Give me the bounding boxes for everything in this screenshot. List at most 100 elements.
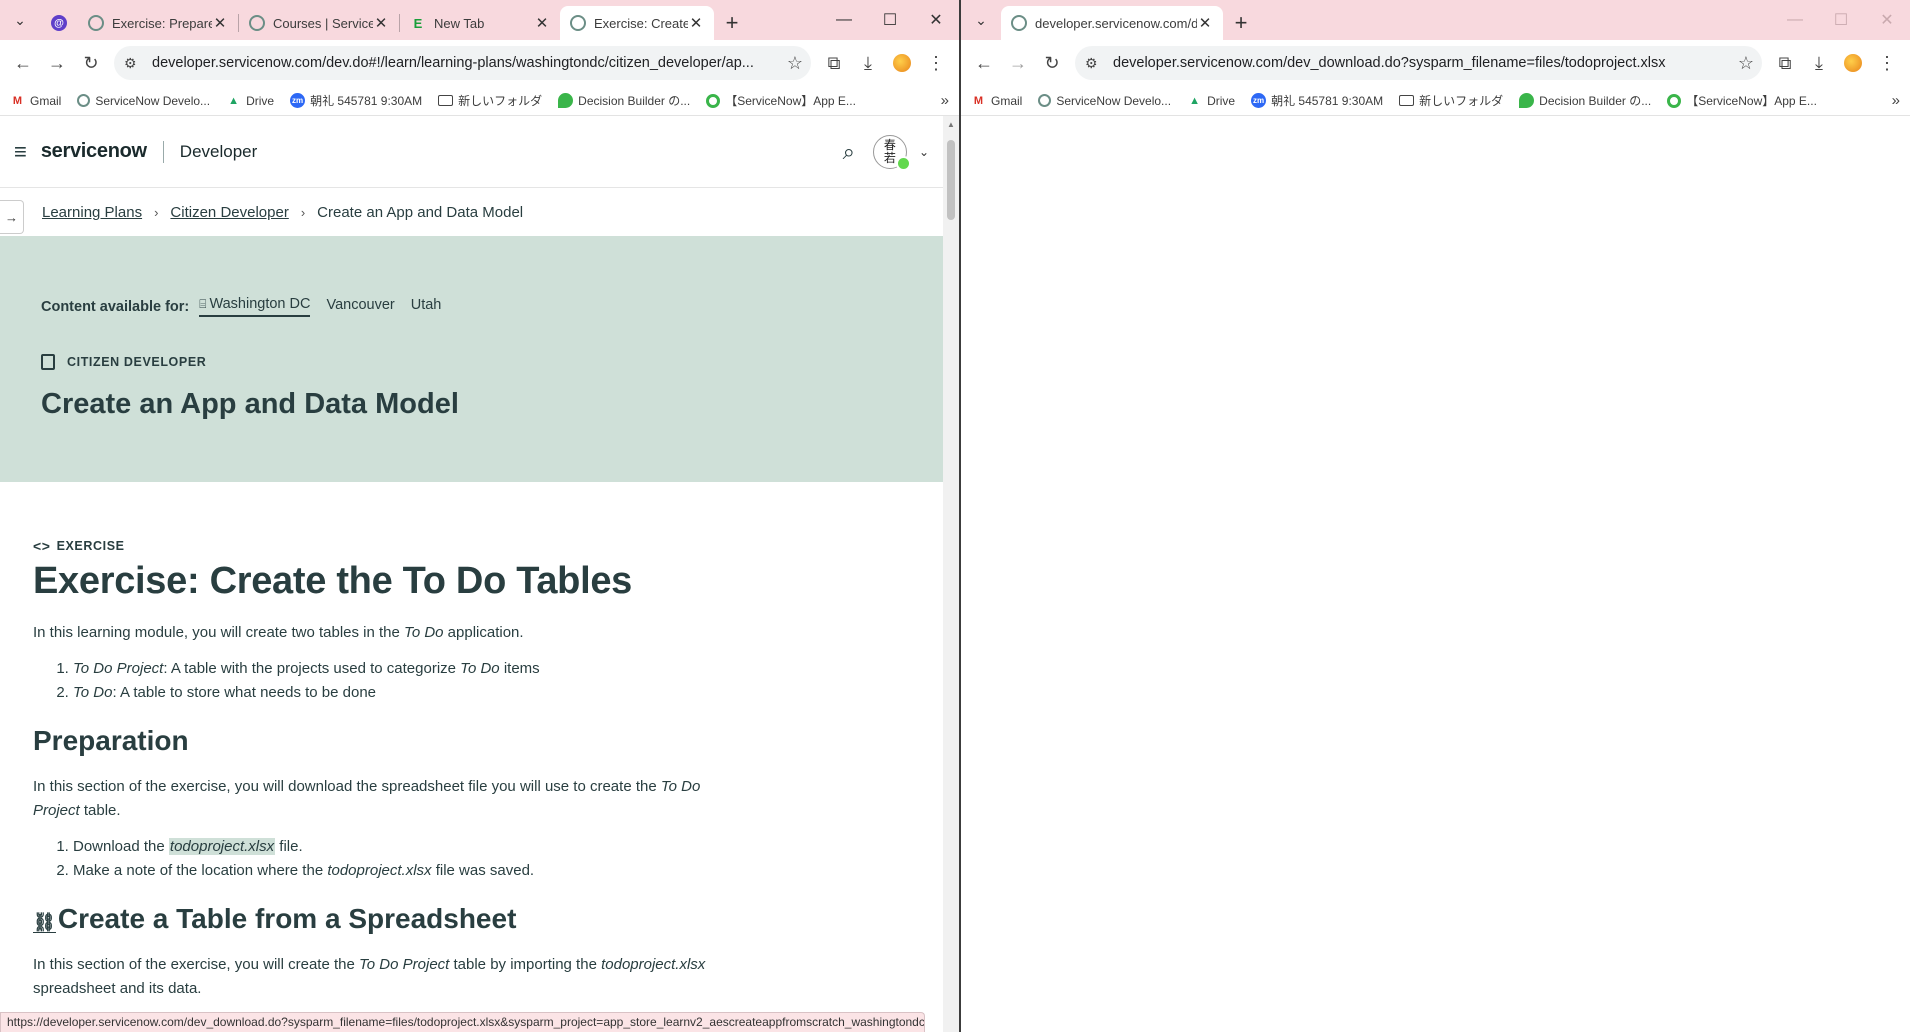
maximize-button[interactable]: ☐ [1818,0,1864,40]
breadcrumb-learning-plans[interactable]: Learning Plans [42,204,142,221]
address-bar[interactable]: ⚙ developer.servicenow.com/dev_download.… [1075,46,1762,80]
close-icon[interactable]: ✕ [212,14,228,32]
tab-title: developer.servicenow.com/dev [1035,15,1197,31]
bookmark-folder[interactable]: 新しいフォルダ [438,92,542,109]
bookmark-decision-builder[interactable]: Decision Builder の... [1519,92,1651,109]
more-bookmarks-icon[interactable]: » [1892,92,1900,109]
page-content: ≡ servicenow Developer ⌕ 春 若 ⌄ → Learnin… [0,116,943,1032]
reload-button[interactable]: ↻ [1035,46,1069,80]
category-label: CITIZEN DEVELOPER [41,354,206,370]
bookmark-app-engine[interactable]: 【ServiceNow】App E... [706,92,856,109]
left-browser-window: ⌄ @ Exercise: Prepare ✕ Courses | Servic… [0,0,959,1032]
extensions-icon[interactable]: ⧉ [1768,46,1802,80]
download-icon[interactable]: ⤓ [851,46,885,80]
address-bar[interactable]: ⚙ developer.servicenow.com/dev.do#!/lear… [114,46,811,80]
list-item: To Do: A table to store what needs to be… [73,681,910,705]
minimize-button[interactable]: — [1772,0,1818,40]
bookmark-gmail[interactable]: M Gmail [971,93,1022,108]
drive-icon: ▲ [228,94,239,107]
folder-icon [438,95,454,106]
bookmark-servicenow[interactable]: ServiceNow Develo... [1038,94,1171,108]
bookmark-servicenow[interactable]: ServiceNow Develo... [77,94,210,108]
more-bookmarks-icon[interactable]: » [941,92,949,109]
avatar[interactable]: 春 若 [872,134,911,171]
site-info-icon[interactable]: ⚙ [124,55,146,72]
scrollbar-thumb[interactable] [947,140,955,220]
bookmark-star-icon[interactable]: ☆ [787,53,803,74]
close-icon[interactable]: ✕ [1197,14,1213,32]
tab-2[interactable]: Courses | Service ✕ [239,6,399,40]
tab-search-button[interactable]: ⌄ [961,0,1001,40]
url-text: developer.servicenow.com/dev_download.do… [1113,55,1666,71]
bookmark-decision-builder[interactable]: Decision Builder の... [558,92,690,109]
pinned-tab[interactable]: @ [40,6,78,40]
forward-button[interactable]: → [40,46,74,80]
extensions-icon[interactable]: ⧉ [817,46,851,80]
developer-label[interactable]: Developer [180,142,258,162]
reload-button[interactable]: ↻ [74,46,108,80]
tab-download[interactable]: developer.servicenow.com/dev ✕ [1001,6,1223,40]
menu-icon[interactable]: ⋮ [1870,46,1904,80]
forward-button[interactable]: → [1001,46,1035,80]
servicenow-logo[interactable]: servicenow [41,140,147,163]
tab-search-button[interactable]: ⌄ [0,0,40,40]
minimize-button[interactable]: — [821,0,867,40]
hamburger-menu-icon[interactable]: ≡ [14,139,27,165]
chevron-right-icon: › [300,204,306,220]
release-washington-dc[interactable]: ⌸ Washington DC [199,296,311,317]
close-icon[interactable]: ✕ [688,14,704,32]
bookmark-drive[interactable]: ▲ Drive [226,93,274,108]
create-table-paragraph: In this section of the exercise, you wil… [33,956,706,997]
preparation-paragraph: In this section of the exercise, you wil… [33,778,701,819]
scroll-up-icon[interactable]: ▲ [947,120,955,129]
page-title: Exercise: Create the To Do Tables [33,560,633,602]
close-window-button[interactable]: ✕ [1864,0,1910,40]
url-text: developer.servicenow.com/dev.do#!/learn/… [152,55,754,71]
new-tab-button[interactable]: + [714,6,750,40]
release-vancouver[interactable]: Vancouver [326,297,394,316]
maximize-button[interactable]: ☐ [867,0,913,40]
link-icon[interactable]: ⛓ [33,912,56,933]
hero-banner: Content available for: ⌸ Washington DC Va… [0,236,943,482]
bookmark-zoom[interactable]: zm 朝礼 545781 9:30AM [290,92,422,109]
bookmark-star-icon[interactable]: ☆ [1738,53,1754,74]
exercise-label: <> EXERCISE [33,538,125,554]
bookmark-zoom[interactable]: zm 朝礼 545781 9:30AM [1251,92,1383,109]
bookmark-app-engine[interactable]: 【ServiceNow】App E... [1667,92,1817,109]
bookmark-drive[interactable]: ▲ Drive [1187,93,1235,108]
release-utah[interactable]: Utah [411,297,442,316]
close-icon[interactable]: ✕ [373,14,389,32]
module-title: Create an App and Data Model [41,388,459,420]
tab-3[interactable]: E New Tab ✕ [400,6,560,40]
close-icon[interactable]: ✕ [534,14,550,32]
list-item: To Do Project: A table with the projects… [73,657,910,681]
profile-extension-icon[interactable] [1844,54,1862,72]
bookmark-folder[interactable]: 新しいフォルダ [1399,92,1503,109]
menu-icon[interactable]: ⋮ [919,46,953,80]
close-window-button[interactable]: ✕ [913,0,959,40]
tab-1[interactable]: Exercise: Prepare ✕ [78,6,238,40]
download-link[interactable]: todoproject.xlsx [168,838,276,855]
right-browser-window: ⌄ developer.servicenow.com/dev ✕ + — ☐ ✕… [961,0,1910,1032]
profile-extension-icon[interactable] [893,54,911,72]
expand-sidebar-icon[interactable]: → [0,200,24,234]
scrollbar[interactable]: ▲ [943,116,959,1032]
bookmarks-bar: M Gmail ServiceNow Develo... ▲ Drive zm 朝礼 … [961,86,1910,116]
breadcrumb-current: Create an App and Data Model [317,203,524,221]
chevron-down-icon[interactable]: ⌄ [919,145,929,159]
site-header: ≡ servicenow Developer ⌕ 春 若 ⌄ [0,116,943,188]
link-status-bar: https://developer.servicenow.com/dev_dow… [0,1012,925,1032]
blank-download-page [961,116,1910,1032]
download-icon[interactable]: ⤓ [1802,46,1836,80]
search-icon[interactable]: ⌕ [843,139,855,165]
create-table-heading: ⛓Create a Table from a Spreadsheet [33,903,517,934]
tab-4-active[interactable]: Exercise: Create t ✕ [560,6,714,40]
back-button[interactable]: ← [6,46,40,80]
back-button[interactable]: ← [967,46,1001,80]
servicenow-icon [249,15,265,31]
servicenow-green-icon [706,93,721,108]
new-tab-button[interactable]: + [1223,6,1259,40]
bookmark-gmail[interactable]: M Gmail [10,93,61,108]
breadcrumb-citizen-developer[interactable]: Citizen Developer [170,204,288,221]
site-info-icon[interactable]: ⚙ [1085,55,1107,72]
